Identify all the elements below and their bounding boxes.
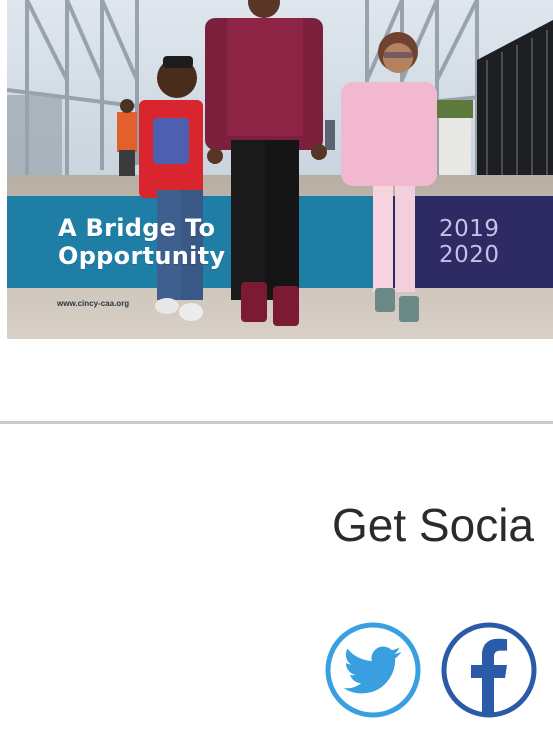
facebook-link[interactable]	[441, 622, 537, 718]
section-divider	[0, 421, 553, 424]
get-social-heading: Get Socia	[332, 499, 534, 551]
banner-title: A Bridge To Opportunity	[58, 214, 225, 270]
report-year-end: 2020	[439, 242, 500, 268]
facebook-icon	[441, 622, 537, 718]
report-year-start: 2019	[439, 216, 500, 242]
twitter-icon	[325, 622, 421, 718]
banner-title-line-1: A Bridge To	[58, 214, 216, 242]
annual-report-cover-image[interactable]: A Bridge To Opportunity 2019 2020 www.ci…	[7, 0, 553, 339]
report-years: 2019 2020	[439, 216, 500, 268]
twitter-link[interactable]	[325, 622, 421, 718]
hero-url-text: www.cincy-caa.org	[57, 299, 130, 308]
banner-title-line-2: Opportunity	[58, 242, 226, 270]
bridge-family-photo	[7, 0, 553, 339]
